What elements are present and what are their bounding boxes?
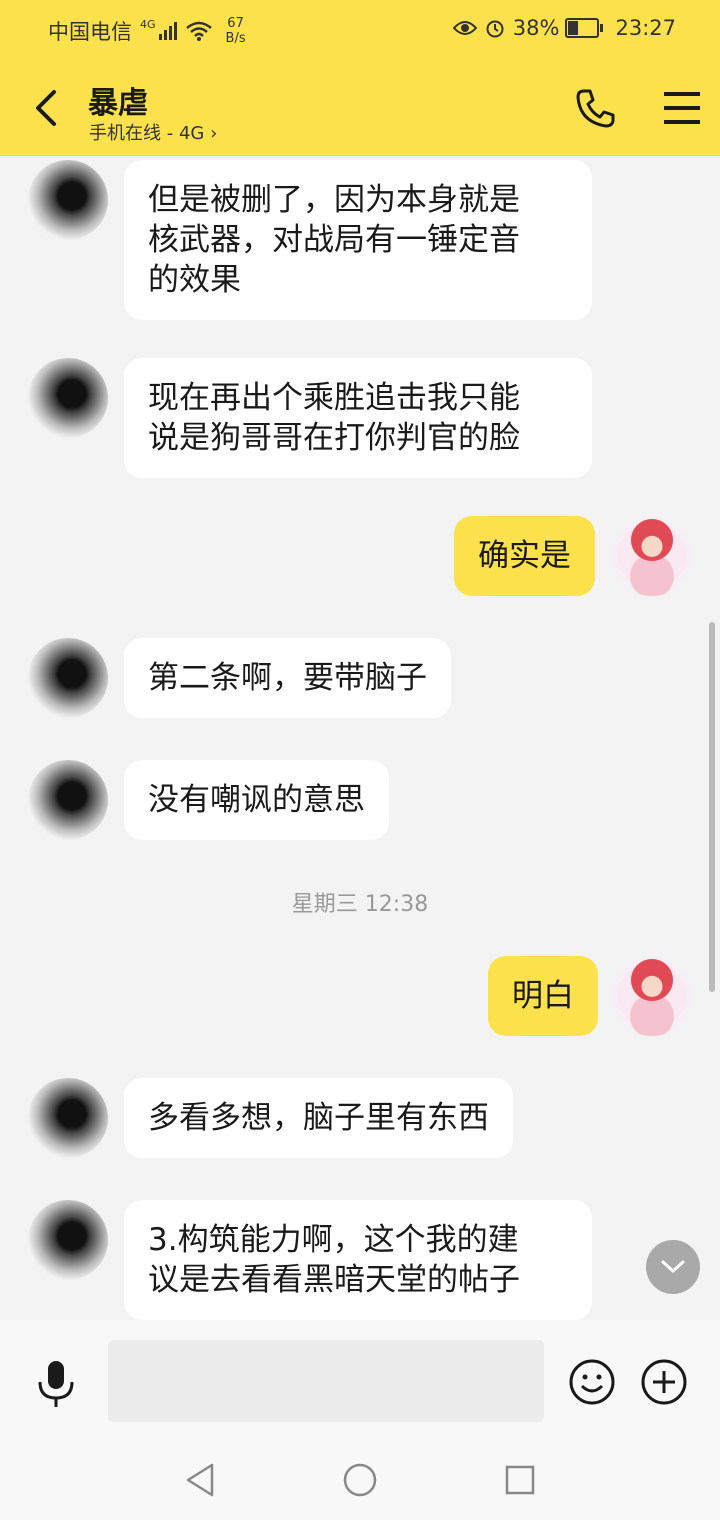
alarm-icon	[485, 18, 505, 38]
clock: 23:27	[615, 16, 676, 40]
microphone-icon	[38, 1361, 74, 1407]
status-bar: 中国电信 4G 67 B/s 38% 23:27	[0, 0, 720, 58]
message-bubble[interactable]: 多看多想，脑子里有东西	[124, 1078, 513, 1158]
scroll-to-bottom-button[interactable]	[646, 1240, 700, 1294]
chat-history[interactable]: 但是被删了，因为本身就是 核武器，对战局有一锤定音 的效果 现在再出个乘胜追击我…	[0, 156, 720, 1320]
message-bubble[interactable]: 第二条啊，要带脑子	[124, 638, 451, 718]
signal-icon	[158, 22, 178, 40]
menu-button[interactable]	[660, 88, 704, 128]
system-nav-bar	[0, 1444, 720, 1520]
network-badge: 4G	[140, 17, 156, 31]
voice-button[interactable]	[34, 1358, 78, 1410]
call-button[interactable]	[574, 86, 618, 130]
nav-recent-icon[interactable]	[504, 1464, 536, 1496]
wifi-icon	[185, 21, 212, 41]
message-bubble[interactable]: 现在再出个乘胜追击我只能 说是狗哥哥在打你判官的脸	[124, 358, 592, 478]
message-bubble-self[interactable]: 明白	[488, 956, 598, 1036]
contact-avatar[interactable]	[28, 760, 108, 840]
chevron-right-icon: ›	[210, 123, 218, 144]
message-bubble[interactable]: 但是被删了，因为本身就是 核武器，对战局有一锤定音 的效果	[124, 160, 592, 320]
contact-avatar[interactable]	[28, 160, 108, 240]
online-status[interactable]: 手机在线 - 4G ›	[89, 119, 217, 145]
scrollbar[interactable]	[709, 622, 715, 992]
smiley-icon	[569, 1359, 615, 1405]
emoji-button[interactable]	[568, 1358, 616, 1406]
message-bubble-self[interactable]: 确实是	[454, 516, 595, 596]
self-avatar[interactable]	[612, 516, 692, 596]
battery-percent: 38%	[512, 16, 560, 40]
back-arrow-icon	[36, 90, 56, 126]
contact-avatar[interactable]	[28, 358, 108, 438]
more-button[interactable]	[640, 1358, 688, 1406]
nav-back-icon[interactable]	[184, 1462, 216, 1498]
plus-circle-icon	[641, 1359, 687, 1405]
contact-avatar[interactable]	[28, 1078, 108, 1158]
contact-avatar[interactable]	[28, 638, 108, 718]
chat-header: 暴虐 手机在线 - 4G ›	[0, 58, 720, 156]
back-button[interactable]	[28, 84, 68, 132]
phone-icon	[576, 89, 615, 128]
menu-icon	[664, 92, 700, 124]
contact-name[interactable]: 暴虐	[88, 78, 148, 122]
message-timestamp: 星期三 12:38	[291, 892, 429, 917]
carrier-label: 中国电信	[48, 20, 132, 44]
message-bubble[interactable]: 没有嘲讽的意思	[124, 760, 389, 840]
eye-icon	[452, 20, 477, 36]
self-avatar[interactable]	[612, 956, 692, 1036]
input-bar	[0, 1320, 720, 1444]
nav-home-icon[interactable]	[342, 1462, 378, 1498]
battery-icon	[565, 18, 604, 38]
chevron-down-icon	[661, 1260, 685, 1274]
message-bubble[interactable]: 3.构筑能力啊，这个我的建 议是去看看黑暗天堂的帖子	[124, 1200, 592, 1320]
contact-avatar[interactable]	[28, 1200, 108, 1280]
message-input[interactable]	[108, 1340, 544, 1422]
net-speed: 67 B/s	[225, 16, 246, 46]
